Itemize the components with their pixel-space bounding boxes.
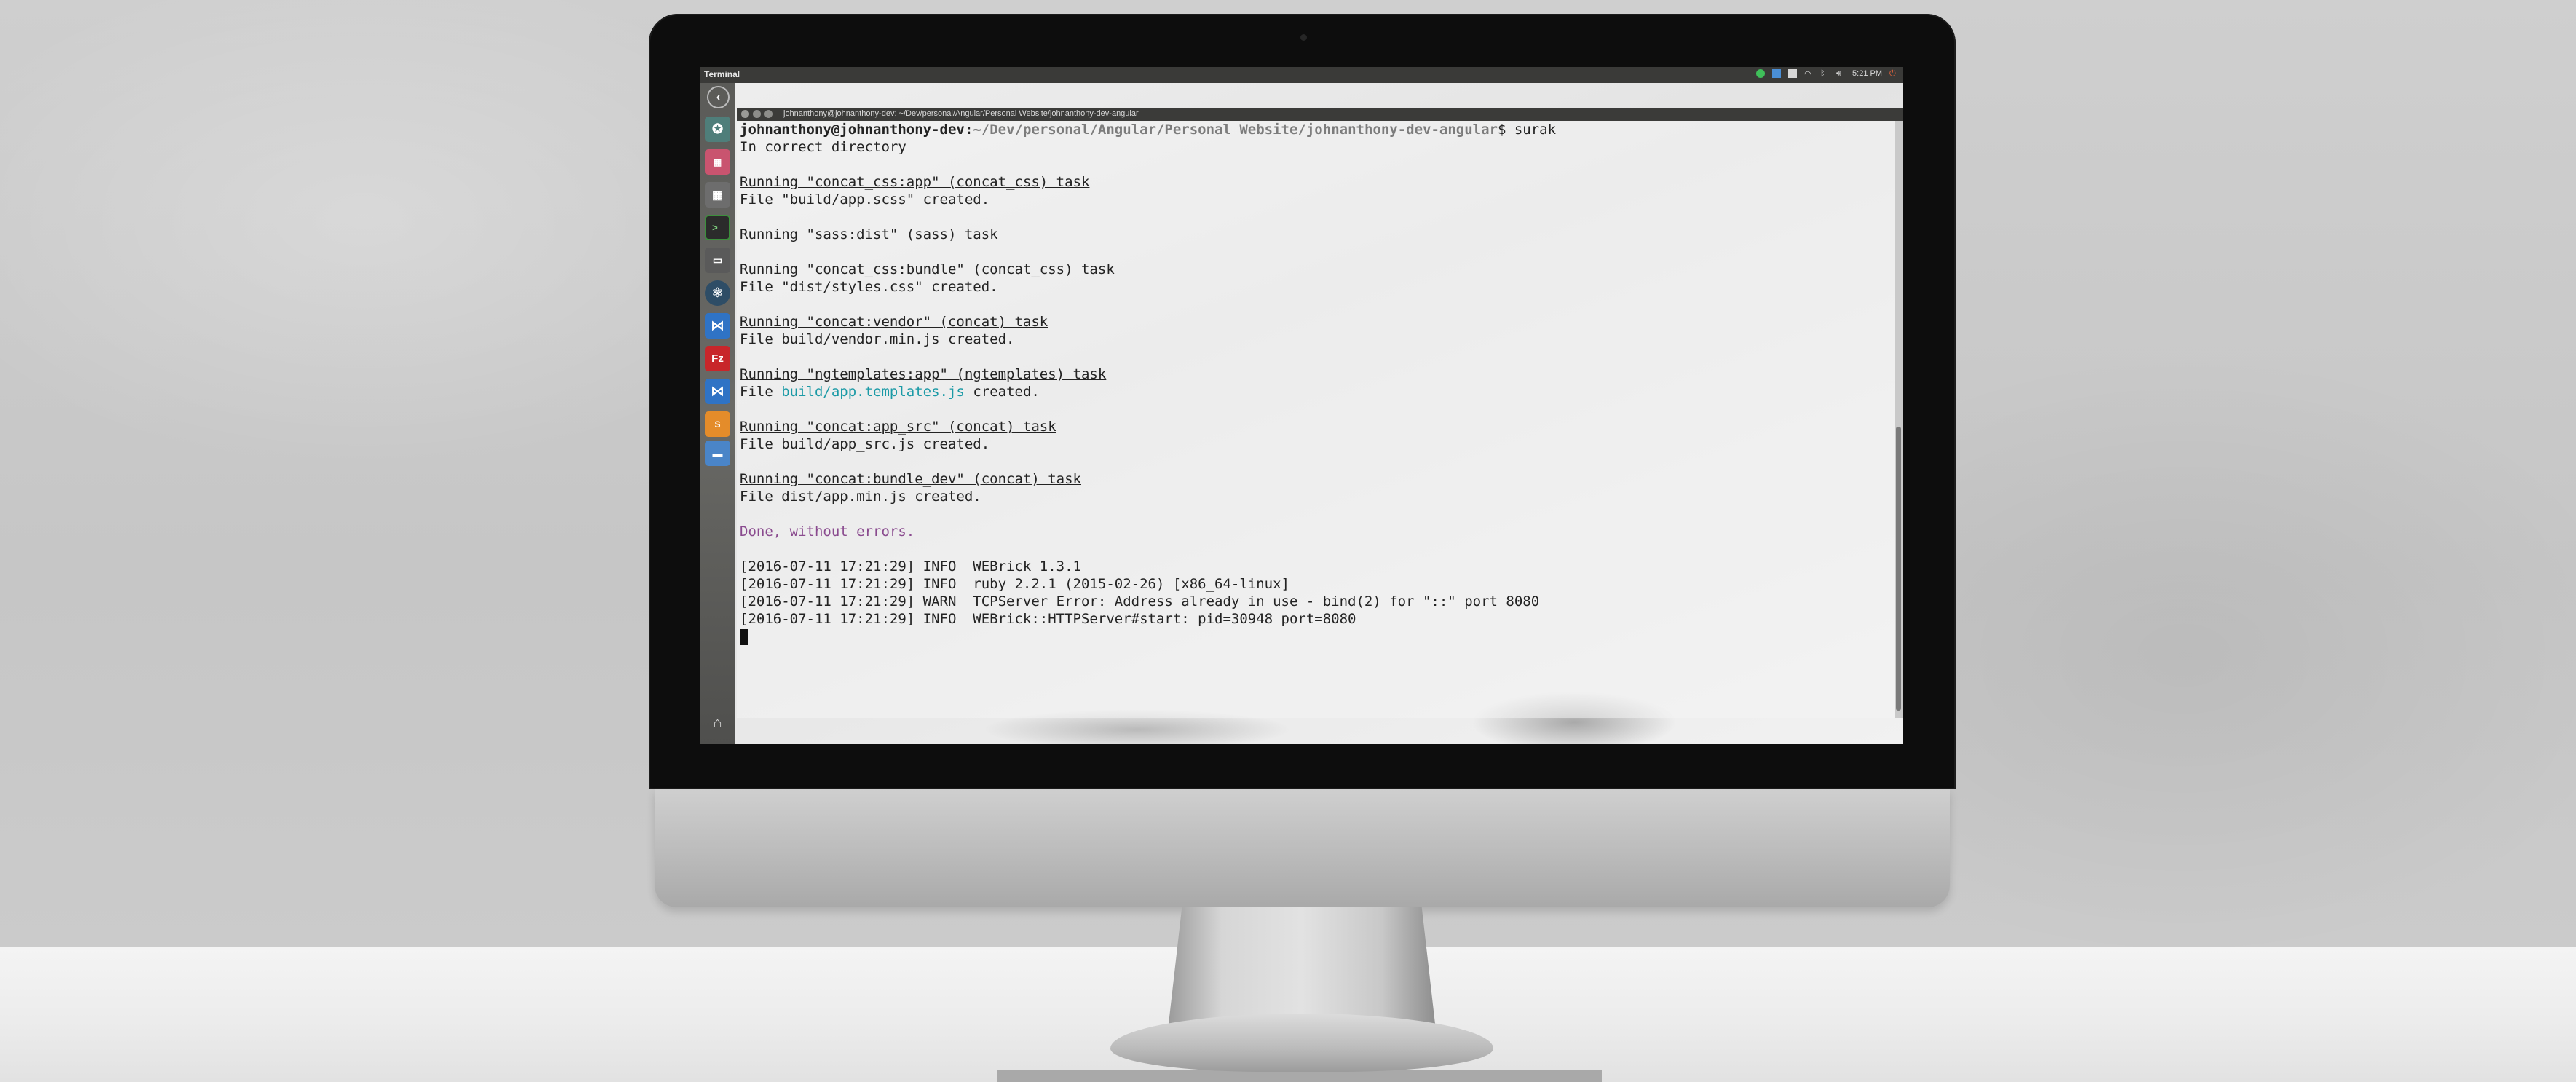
- output-line: File "dist/styles.css" created.: [740, 279, 998, 295]
- log-line: [2016-07-11 17:21:29] WARN TCPServer Err…: [740, 593, 1540, 609]
- task-line: Running "concat_css:app" (concat_css) ta…: [740, 174, 1090, 190]
- keyboard-icon[interactable]: [1788, 69, 1798, 78]
- task-line: Running "concat:vendor" (concat) task: [740, 314, 1048, 330]
- prompt-command: $ surak: [1497, 122, 1557, 138]
- output-line: File build/app_src.js created.: [740, 436, 990, 452]
- done-message: Done, without errors.: [740, 524, 915, 540]
- power-icon[interactable]: ⏻: [1889, 69, 1898, 78]
- camera: [1300, 34, 1307, 41]
- terminal-cursor: [740, 628, 748, 645]
- task-line: Running "sass:dist" (sass) task: [740, 226, 998, 242]
- vscode-icon[interactable]: ⋈: [705, 379, 730, 404]
- volume-icon[interactable]: 🔊︎: [1836, 69, 1845, 78]
- output-text: created.: [964, 384, 1040, 400]
- trash-icon[interactable]: ⌂: [705, 711, 730, 736]
- task-line: Running "concat_css:bundle" (concat_css)…: [740, 261, 1115, 277]
- top-panel: Terminal ◠ ᛒ 🔊︎ 5:21 PM ⏻: [700, 67, 1903, 83]
- maximize-button[interactable]: [764, 110, 773, 118]
- file-path: build/app.templates.js: [781, 384, 965, 400]
- bluetooth-icon[interactable]: ᛒ: [1820, 69, 1829, 78]
- screen: Terminal ◠ ᛒ 🔊︎ 5:21 PM ⏻ ‹ ✪ ▦ ▦ >_ ▭ ⚛…: [700, 67, 1903, 744]
- scrollbar-thumb[interactable]: [1896, 427, 1901, 711]
- back-icon[interactable]: ‹: [707, 86, 730, 108]
- output-line: File dist/app.min.js created.: [740, 489, 981, 505]
- panel-app-title: Terminal: [704, 69, 740, 79]
- output-line: File build/app.templates.js created.: [740, 383, 1895, 400]
- chrome-icon[interactable]: ✪: [705, 117, 730, 142]
- atom-icon[interactable]: ⚛: [705, 280, 730, 306]
- system-tray: ◠ ᛒ 🔊︎ 5:21 PM ⏻: [1756, 69, 1898, 79]
- chat-icon[interactable]: [1756, 69, 1766, 78]
- monitor-chin: [655, 789, 1950, 907]
- monitor-stand-neck: [1169, 907, 1435, 1024]
- task-line: Running "concat:bundle_dev" (concat) tas…: [740, 471, 1081, 487]
- filezilla-icon[interactable]: Fz: [705, 346, 730, 371]
- web-app-icon[interactable]: ▦: [705, 149, 730, 175]
- prompt-path: ~/Dev/personal/Angular/Personal Website/…: [973, 122, 1498, 138]
- output-line: In correct directory: [740, 139, 906, 155]
- vscode-icon[interactable]: ⋈: [705, 313, 730, 339]
- log-line: [2016-07-11 17:21:29] INFO WEBrick::HTTP…: [740, 611, 1356, 627]
- window-controls: [741, 110, 773, 118]
- task-line: Running "concat:app_src" (concat) task: [740, 419, 1056, 435]
- close-button[interactable]: [741, 110, 749, 118]
- output-line: File build/vendor.min.js created.: [740, 331, 1015, 347]
- clock[interactable]: 5:21 PM: [1852, 69, 1882, 78]
- launcher: ‹ ✪ ▦ ▦ >_ ▭ ⚛ ⋈ Fz ⋈ S ▬ ⌂: [700, 83, 735, 744]
- sublime-icon[interactable]: S: [705, 411, 730, 437]
- wifi-icon[interactable]: ◠: [1804, 69, 1813, 79]
- prompt-user: johnanthony@johnanthony-dev: [740, 122, 965, 138]
- prompt-line: johnanthony@johnanthony-dev:~/Dev/person…: [740, 121, 1895, 138]
- terminal-scrollbar[interactable]: [1895, 121, 1903, 718]
- log-line: [2016-07-11 17:21:29] INFO ruby 2.2.1 (2…: [740, 576, 1289, 592]
- stand-shadow: [997, 1070, 1602, 1082]
- calculator-icon[interactable]: ▦: [705, 182, 730, 208]
- terminal-titlebar[interactable]: johnanthony@johnanthony-dev: ~/Dev/perso…: [737, 108, 1903, 121]
- minimize-button[interactable]: [753, 110, 761, 118]
- cursor-line: [740, 628, 1895, 645]
- output-line: File "build/app.scss" created.: [740, 191, 990, 208]
- window-title: johnanthony@johnanthony-dev: ~/Dev/perso…: [783, 109, 1139, 118]
- task-line: Running "ngtemplates:app" (ngtemplates) …: [740, 366, 1107, 382]
- terminal-output[interactable]: johnanthony@johnanthony-dev:~/Dev/person…: [737, 121, 1895, 718]
- files-icon[interactable]: ▬: [705, 441, 730, 466]
- log-line: [2016-07-11 17:21:29] INFO WEBrick 1.3.1: [740, 558, 1081, 574]
- output-text: File: [740, 384, 782, 400]
- terminal-icon[interactable]: >_: [705, 215, 730, 240]
- dropbox-icon[interactable]: [1772, 69, 1782, 78]
- prompt-separator: :: [964, 122, 973, 138]
- drive-icon[interactable]: ▭: [705, 248, 730, 273]
